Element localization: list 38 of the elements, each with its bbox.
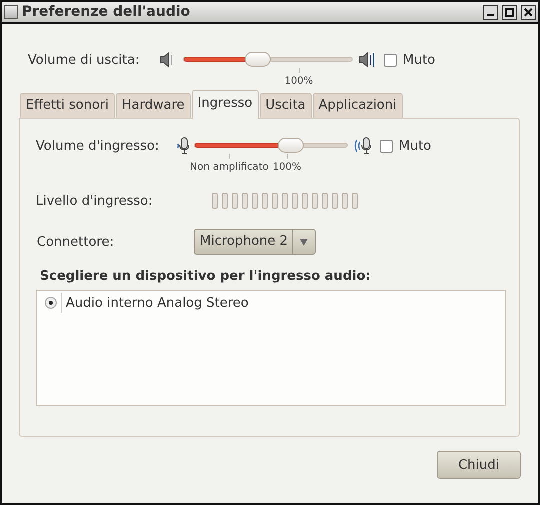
speaker-icon bbox=[359, 52, 376, 68]
connector-dropdown[interactable]: Microphone 2 bbox=[194, 229, 316, 255]
close-dialog-button[interactable]: Chiudi bbox=[437, 451, 521, 479]
close-button[interactable] bbox=[521, 4, 536, 20]
speaker-icon bbox=[160, 52, 175, 68]
volume-slider[interactable] bbox=[183, 51, 353, 69]
close-icon bbox=[524, 8, 533, 16]
dropdown-arrow-icon bbox=[300, 238, 308, 246]
mute-checkbox[interactable] bbox=[384, 54, 397, 66]
input-volume-label: Volume d'ingresso: bbox=[36, 138, 160, 154]
mute-label: Muto bbox=[403, 52, 436, 68]
mute-label: Muto bbox=[399, 138, 432, 154]
microphone-icon bbox=[354, 137, 374, 155]
slider-handle[interactable] bbox=[244, 52, 271, 67]
maximize-icon bbox=[505, 8, 514, 16]
input-level-label: Livello d'ingresso: bbox=[36, 194, 154, 208]
window-menu-button[interactable] bbox=[4, 5, 18, 19]
window-title: Preferenze dell'audio bbox=[22, 4, 190, 20]
device-list-heading: Scegliere un dispositivo per l'ingresso audio: bbox=[40, 269, 372, 284]
device-name[interactable]: Audio interno Analog Stereo bbox=[66, 296, 249, 310]
output-volume-label: Volume di uscita: bbox=[28, 52, 141, 68]
mute-checkbox[interactable] bbox=[380, 140, 393, 152]
connector-label: Connettore: bbox=[36, 234, 116, 250]
maximize-button[interactable] bbox=[502, 4, 517, 20]
tab[interactable]: Applicazioni bbox=[312, 93, 403, 118]
tab[interactable]: Effetti sonori bbox=[20, 93, 115, 118]
minimize-button[interactable] bbox=[483, 4, 498, 20]
tab[interactable]: Ingresso bbox=[192, 90, 259, 119]
tick-label: 100% bbox=[284, 76, 314, 87]
slider-handle[interactable] bbox=[278, 138, 304, 153]
microphone-icon bbox=[176, 137, 190, 155]
volume-slider[interactable] bbox=[194, 137, 348, 155]
tick-label: Non amplificato bbox=[190, 162, 269, 173]
tab[interactable]: Hardware bbox=[116, 93, 191, 118]
tab[interactable]: Uscita bbox=[260, 93, 312, 118]
minimize-icon bbox=[487, 14, 494, 16]
radio-button[interactable] bbox=[45, 297, 57, 309]
tick-label: 100% bbox=[272, 162, 302, 173]
